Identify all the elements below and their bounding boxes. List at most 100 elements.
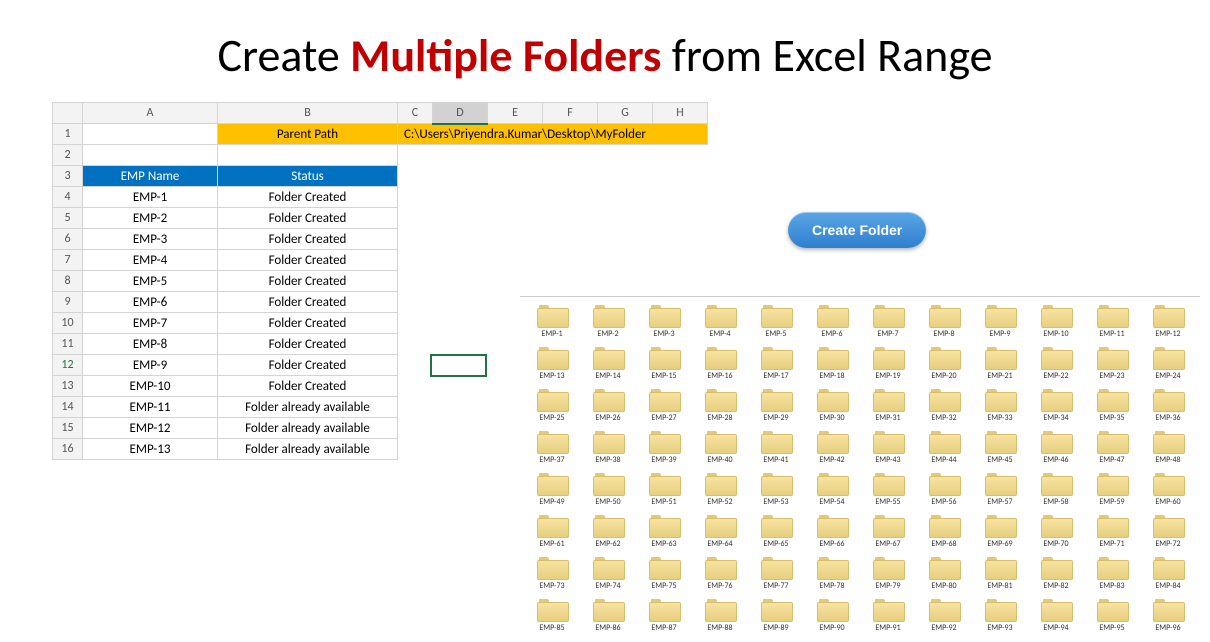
- folder-item[interactable]: EMP-34: [1028, 387, 1084, 423]
- cell-empty[interactable]: [488, 271, 543, 292]
- folder-item[interactable]: EMP-20: [916, 345, 972, 381]
- cell-empty[interactable]: [218, 145, 398, 166]
- cell-empty[interactable]: [488, 187, 543, 208]
- folder-item[interactable]: EMP-12: [1140, 303, 1196, 339]
- folder-item[interactable]: EMP-44: [916, 429, 972, 465]
- col-header-A[interactable]: A: [83, 103, 218, 124]
- row-header-11[interactable]: 11: [53, 334, 83, 355]
- cell-empty[interactable]: [398, 376, 433, 397]
- folder-item[interactable]: EMP-48: [1140, 429, 1196, 465]
- row-header-2[interactable]: 2: [53, 145, 83, 166]
- folder-item[interactable]: EMP-6: [804, 303, 860, 339]
- row-header-16[interactable]: 16: [53, 439, 83, 460]
- folder-item[interactable]: EMP-93: [972, 597, 1028, 633]
- cell-empty[interactable]: [398, 166, 433, 187]
- cell-emp-name[interactable]: EMP-11: [83, 397, 218, 418]
- cell-empty[interactable]: [653, 187, 708, 208]
- cell-C1-parent-path-value[interactable]: C:\Users\Priyendra.Kumar\Desktop\MyFolde…: [398, 124, 708, 145]
- cell-empty[interactable]: [433, 313, 488, 334]
- create-folder-button[interactable]: Create Folder: [788, 212, 926, 248]
- folder-item[interactable]: EMP-51: [636, 471, 692, 507]
- folder-item[interactable]: EMP-22: [1028, 345, 1084, 381]
- row-header-4[interactable]: 4: [53, 187, 83, 208]
- folder-item[interactable]: EMP-9: [972, 303, 1028, 339]
- cell-empty[interactable]: [433, 250, 488, 271]
- folder-item[interactable]: EMP-17: [748, 345, 804, 381]
- folder-item[interactable]: EMP-88: [692, 597, 748, 633]
- row-header-7[interactable]: 7: [53, 250, 83, 271]
- cell-emp-name[interactable]: EMP-3: [83, 229, 218, 250]
- folder-item[interactable]: EMP-39: [636, 429, 692, 465]
- cell-empty[interactable]: [433, 187, 488, 208]
- folder-item[interactable]: EMP-38: [580, 429, 636, 465]
- col-header-B[interactable]: B: [218, 103, 398, 124]
- cell-empty[interactable]: [398, 418, 433, 439]
- cell-empty[interactable]: [433, 292, 488, 313]
- folder-item[interactable]: EMP-73: [524, 555, 580, 591]
- folder-item[interactable]: EMP-91: [860, 597, 916, 633]
- folder-item[interactable]: EMP-62: [580, 513, 636, 549]
- folder-item[interactable]: EMP-94: [1028, 597, 1084, 633]
- cell-empty[interactable]: [653, 229, 708, 250]
- cell-empty[interactable]: [433, 334, 488, 355]
- cell-empty[interactable]: [543, 208, 598, 229]
- cell-empty[interactable]: [543, 271, 598, 292]
- folder-item[interactable]: EMP-30: [804, 387, 860, 423]
- row-header-5[interactable]: 5: [53, 208, 83, 229]
- cell-empty[interactable]: [398, 229, 433, 250]
- folder-item[interactable]: EMP-27: [636, 387, 692, 423]
- cell-emp-name[interactable]: EMP-9: [83, 355, 218, 376]
- cell-empty[interactable]: [598, 208, 653, 229]
- cell-empty[interactable]: [598, 250, 653, 271]
- folder-item[interactable]: EMP-42: [804, 429, 860, 465]
- folder-item[interactable]: EMP-33: [972, 387, 1028, 423]
- cell-empty[interactable]: [398, 271, 433, 292]
- folder-item[interactable]: EMP-25: [524, 387, 580, 423]
- folder-item[interactable]: EMP-46: [1028, 429, 1084, 465]
- folder-item[interactable]: EMP-82: [1028, 555, 1084, 591]
- row-header-10[interactable]: 10: [53, 313, 83, 334]
- folder-item[interactable]: EMP-70: [1028, 513, 1084, 549]
- cell-status[interactable]: Folder Created: [218, 271, 398, 292]
- folder-item[interactable]: EMP-11: [1084, 303, 1140, 339]
- cell-empty[interactable]: [543, 229, 598, 250]
- folder-item[interactable]: EMP-96: [1140, 597, 1196, 633]
- folder-item[interactable]: EMP-24: [1140, 345, 1196, 381]
- cell-A1[interactable]: [83, 124, 218, 145]
- cell-status[interactable]: Folder Created: [218, 187, 398, 208]
- cell-empty[interactable]: [653, 250, 708, 271]
- folder-item[interactable]: EMP-35: [1084, 387, 1140, 423]
- folder-item[interactable]: EMP-19: [860, 345, 916, 381]
- folder-item[interactable]: EMP-89: [748, 597, 804, 633]
- folder-item[interactable]: EMP-4: [692, 303, 748, 339]
- folder-item[interactable]: EMP-40: [692, 429, 748, 465]
- cell-empty[interactable]: [433, 145, 488, 166]
- folder-item[interactable]: EMP-52: [692, 471, 748, 507]
- cell-status[interactable]: Folder already available: [218, 439, 398, 460]
- folder-item[interactable]: EMP-76: [692, 555, 748, 591]
- cell-empty[interactable]: [398, 250, 433, 271]
- cell-empty[interactable]: [433, 355, 488, 376]
- cell-empty[interactable]: [598, 145, 653, 166]
- folder-item[interactable]: EMP-75: [636, 555, 692, 591]
- cell-empty[interactable]: [433, 376, 488, 397]
- cell-status[interactable]: Folder Created: [218, 292, 398, 313]
- cell-empty[interactable]: [433, 208, 488, 229]
- cell-empty[interactable]: [433, 397, 488, 418]
- col-header-H[interactable]: H: [653, 103, 708, 124]
- cell-empty[interactable]: [83, 145, 218, 166]
- cell-empty[interactable]: [398, 145, 433, 166]
- folder-item[interactable]: EMP-84: [1140, 555, 1196, 591]
- cell-emp-name[interactable]: EMP-6: [83, 292, 218, 313]
- folder-item[interactable]: EMP-21: [972, 345, 1028, 381]
- cell-status[interactable]: Folder Created: [218, 376, 398, 397]
- col-header-C[interactable]: C: [398, 103, 433, 124]
- col-header-G[interactable]: G: [598, 103, 653, 124]
- cell-emp-name[interactable]: EMP-1: [83, 187, 218, 208]
- folder-item[interactable]: EMP-18: [804, 345, 860, 381]
- header-status[interactable]: Status: [218, 166, 398, 187]
- cell-empty[interactable]: [398, 397, 433, 418]
- cell-empty[interactable]: [398, 208, 433, 229]
- folder-item[interactable]: EMP-7: [860, 303, 916, 339]
- cell-empty[interactable]: [398, 313, 433, 334]
